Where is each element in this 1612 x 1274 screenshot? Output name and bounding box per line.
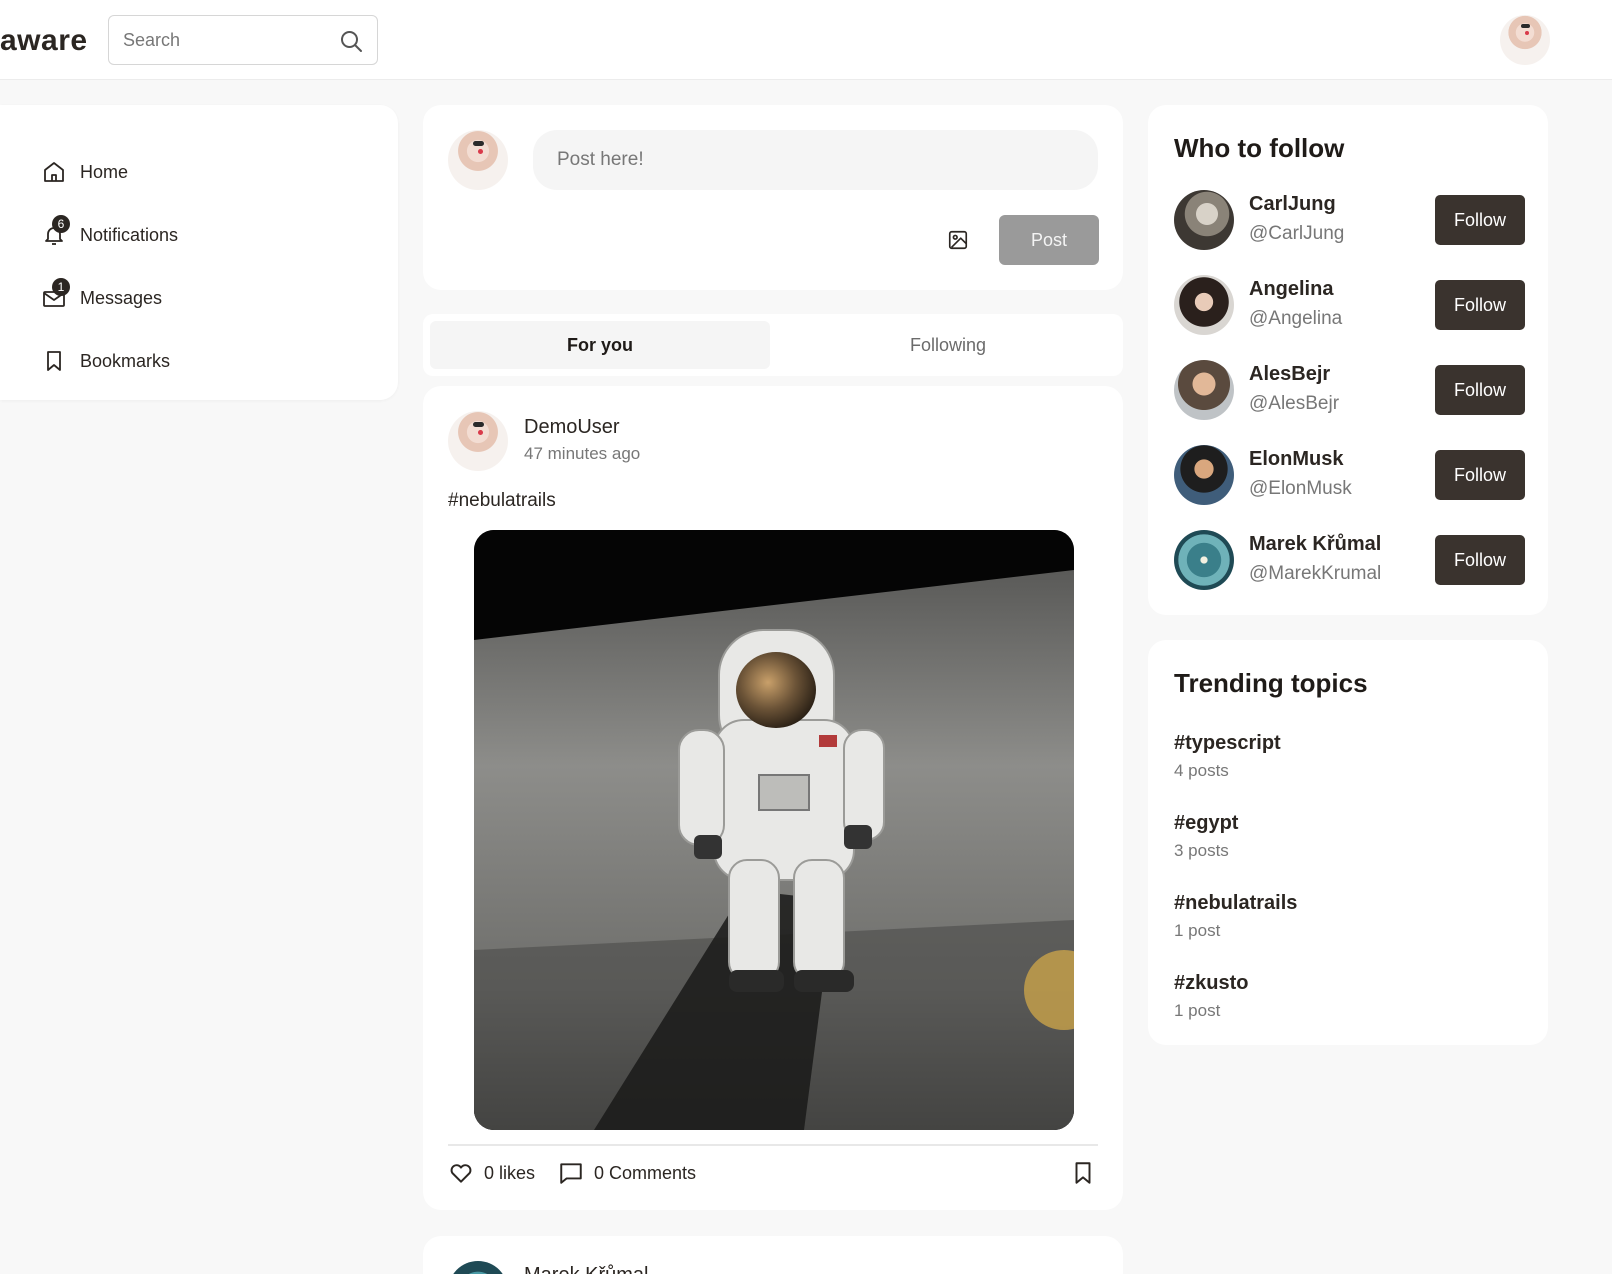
trending-title: Trending topics xyxy=(1174,668,1368,698)
sidebar-item-label: Bookmarks xyxy=(80,350,171,371)
user-handle: @ElonMusk xyxy=(1249,478,1352,499)
sidebar-item-notifications[interactable]: 6 Notifications xyxy=(42,215,179,250)
like-button[interactable]: 0 likes xyxy=(448,1158,535,1188)
search-box[interactable] xyxy=(108,15,378,65)
trending-topic[interactable]: #typescript 4 posts xyxy=(1174,732,1281,781)
image-icon[interactable] xyxy=(947,229,969,251)
user-avatar[interactable] xyxy=(1174,445,1234,505)
tab-for-you[interactable]: For you xyxy=(430,321,770,369)
topic-count: 1 post xyxy=(1174,921,1221,940)
follow-button[interactable]: Follow xyxy=(1435,365,1525,415)
follow-button[interactable]: Follow xyxy=(1435,535,1525,585)
home-icon xyxy=(44,162,64,182)
comment-count: 0 Comments xyxy=(594,1162,697,1183)
bell-icon-wrap: 6 xyxy=(42,215,70,247)
feed-tabs: For you Following xyxy=(423,314,1123,376)
topic-tag[interactable]: #egypt xyxy=(1174,812,1238,835)
post-author-avatar[interactable] xyxy=(448,411,508,471)
sidebar-item-label: Notifications xyxy=(80,224,179,245)
post-image[interactable] xyxy=(474,530,1074,1130)
follow-button[interactable]: Follow xyxy=(1435,280,1525,330)
post-author-name[interactable]: Marek Křůmal xyxy=(524,1264,648,1274)
composer-avatar xyxy=(448,130,508,190)
post-author-name[interactable]: DemoUser xyxy=(524,416,620,439)
post-text: #nebulatrails xyxy=(448,490,556,511)
tab-following[interactable]: Following xyxy=(778,321,1118,369)
bookmark-icon xyxy=(1075,1162,1091,1184)
sidebar-item-messages[interactable]: 1 Messages xyxy=(42,278,163,313)
user-name[interactable]: Angelina xyxy=(1249,278,1333,301)
post-timestamp: 47 minutes ago xyxy=(524,444,641,463)
who-to-follow-title: Who to follow xyxy=(1174,133,1345,163)
notifications-badge: 6 xyxy=(52,215,70,233)
post-composer: Post xyxy=(423,105,1123,290)
follow-button[interactable]: Follow xyxy=(1435,450,1525,500)
top-bar: aware xyxy=(0,0,1612,80)
user-avatar[interactable] xyxy=(1174,275,1234,335)
topic-tag[interactable]: #nebulatrails xyxy=(1174,892,1297,915)
astronaut-image xyxy=(474,530,1074,1130)
app-logo[interactable]: aware xyxy=(0,24,88,58)
search-input[interactable] xyxy=(123,16,333,64)
user-handle: @MarekKrumal xyxy=(1249,563,1382,584)
follow-suggestion: Marek Křůmal @MarekKrumal Follow xyxy=(1174,530,1525,590)
bookmark-icon xyxy=(47,351,61,371)
trending-topic[interactable]: #zkusto 1 post xyxy=(1174,972,1248,1021)
mail-icon-wrap: 1 xyxy=(42,278,70,310)
post-card: DemoUser 47 minutes ago #nebulatrails 0 … xyxy=(423,386,1123,1210)
sidebar-item-label: Home xyxy=(80,161,129,182)
post-divider xyxy=(448,1144,1098,1146)
user-name[interactable]: ElonMusk xyxy=(1249,448,1343,471)
trending-topics-card: Trending topics #typescript 4 posts #egy… xyxy=(1148,640,1548,1045)
post-button[interactable]: Post xyxy=(999,215,1099,265)
post-input[interactable] xyxy=(533,130,1098,190)
sidebar-item-bookmarks[interactable]: Bookmarks xyxy=(42,346,170,376)
trending-topic[interactable]: #egypt 3 posts xyxy=(1174,812,1238,861)
follow-suggestion: Angelina @Angelina Follow xyxy=(1174,275,1525,335)
bookmark-button[interactable] xyxy=(1070,1158,1106,1188)
user-avatar[interactable] xyxy=(1174,360,1234,420)
user-handle: @AlesBejr xyxy=(1249,393,1340,414)
user-avatar[interactable] xyxy=(1174,190,1234,250)
trending-topic[interactable]: #nebulatrails 1 post xyxy=(1174,892,1297,941)
heart-icon xyxy=(450,1164,472,1183)
messages-badge: 1 xyxy=(52,278,70,296)
topic-tag[interactable]: #zkusto xyxy=(1174,972,1248,995)
sidebar-nav: Home 6 Notifications 1 Messages Bookmark… xyxy=(0,105,398,400)
who-to-follow-card: Who to follow CarlJung @CarlJung Follow … xyxy=(1148,105,1548,615)
user-name[interactable]: Marek Křůmal xyxy=(1249,533,1381,556)
comment-icon xyxy=(560,1163,582,1184)
user-avatar[interactable] xyxy=(1174,530,1234,590)
topic-count: 4 posts xyxy=(1174,761,1229,780)
search-icon[interactable] xyxy=(339,29,363,53)
post-author-avatar[interactable] xyxy=(448,1261,508,1274)
topic-count: 1 post xyxy=(1174,1001,1221,1020)
post-card: Marek Křůmal xyxy=(423,1236,1123,1274)
user-handle: @Angelina xyxy=(1249,308,1343,329)
user-name[interactable]: AlesBejr xyxy=(1249,363,1330,386)
comment-button[interactable]: 0 Comments xyxy=(558,1158,696,1188)
like-count: 0 likes xyxy=(484,1162,536,1183)
topic-tag[interactable]: #typescript xyxy=(1174,732,1281,755)
follow-suggestion: CarlJung @CarlJung Follow xyxy=(1174,190,1525,250)
follow-button[interactable]: Follow xyxy=(1435,195,1525,245)
follow-suggestion: AlesBejr @AlesBejr Follow xyxy=(1174,360,1525,420)
follow-suggestion: ElonMusk @ElonMusk Follow xyxy=(1174,445,1525,505)
post-actions: 0 likes 0 Comments xyxy=(448,1158,1098,1198)
sidebar-item-home[interactable]: Home xyxy=(42,157,128,187)
sidebar-item-label: Messages xyxy=(80,287,163,308)
user-handle: @CarlJung xyxy=(1249,223,1345,244)
user-avatar[interactable] xyxy=(1500,15,1550,65)
topic-count: 3 posts xyxy=(1174,841,1229,860)
user-name[interactable]: CarlJung xyxy=(1249,193,1336,216)
